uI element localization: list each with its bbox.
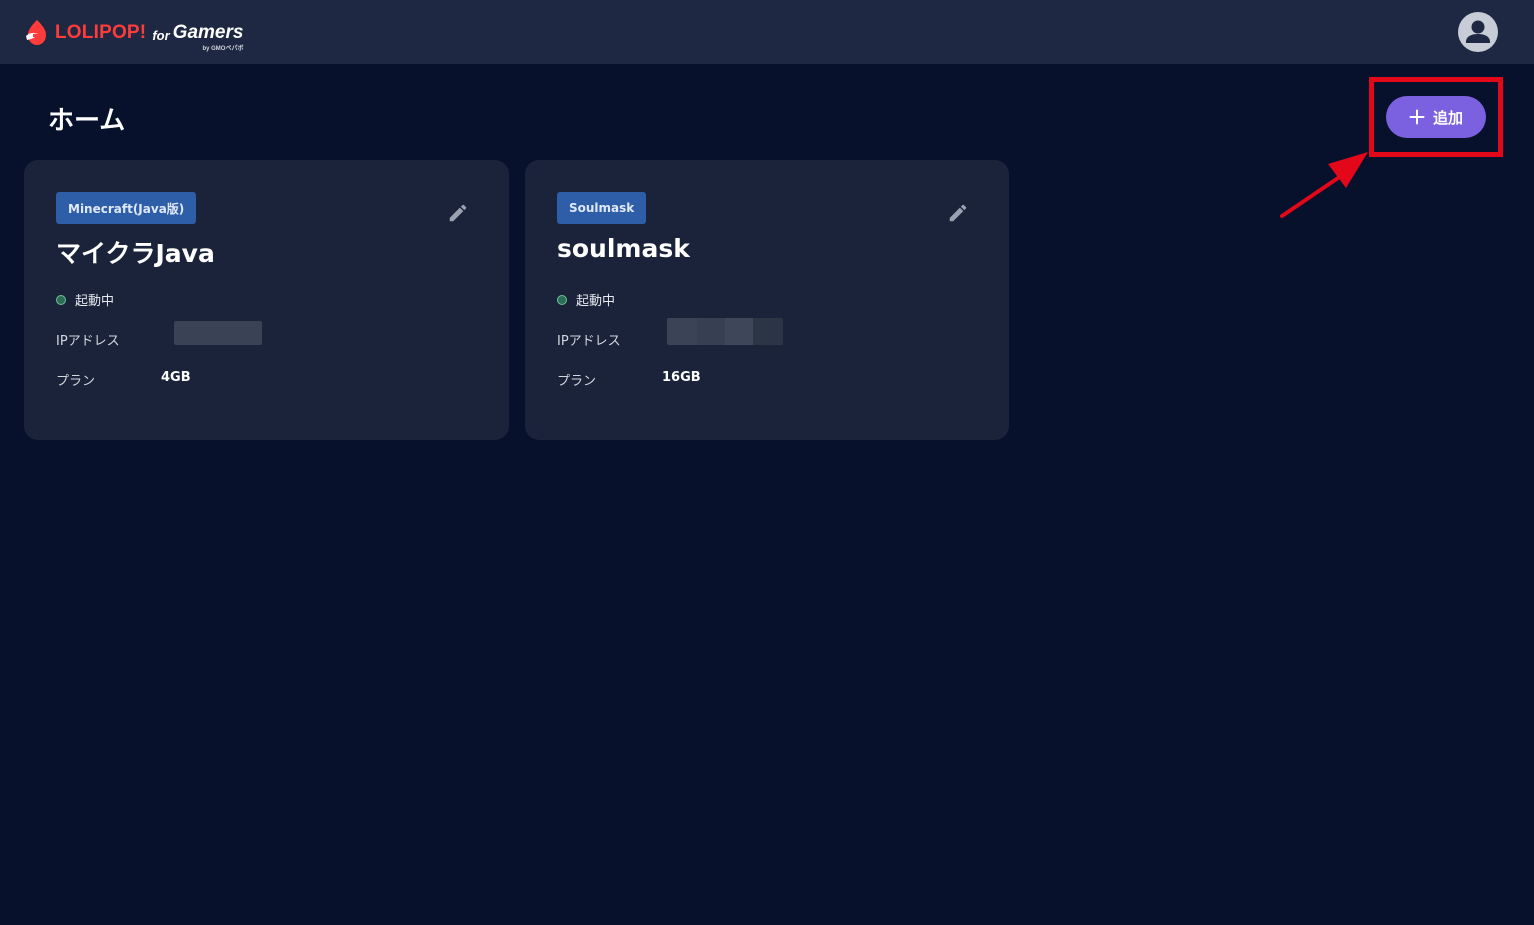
game-tag: Minecraft(Java版) [56, 192, 197, 224]
plan-value: 4GB [161, 370, 191, 385]
ip-label: IPアドレス [56, 334, 120, 349]
page-title: ホーム [48, 106, 126, 136]
pencil-icon[interactable] [947, 202, 969, 224]
server-status: 起動中 [56, 290, 114, 309]
top-bar: LOLIPOP! for Gamers by GMOペパボ [0, 0, 1534, 64]
server-card[interactable]: Soulmask soulmask 起動中 IPアドレス プラン 16GB [525, 160, 1009, 440]
ip-address-redacted [174, 321, 262, 345]
status-dot-icon [56, 294, 66, 305]
brand-for: for [152, 27, 170, 43]
plan-value: 16GB [662, 370, 701, 385]
brand-name: LOLIPOP! [55, 22, 147, 43]
server-status: 起動中 [557, 290, 615, 309]
server-name: soulmask [557, 234, 690, 263]
plan-label: プラン [557, 374, 597, 389]
ip-address-redacted [667, 318, 783, 345]
server-card[interactable]: Minecraft(Java版) マイクラJava 起動中 IPアドレス プラン… [24, 160, 509, 440]
brand-product: Gamers [172, 22, 244, 43]
status-dot-icon [557, 294, 567, 305]
status-text: 起動中 [576, 294, 616, 309]
brand-logo[interactable]: LOLIPOP! for Gamers by GMOペパボ [24, 16, 244, 52]
server-name: マイクラJava [56, 239, 215, 268]
lollipop-logo-icon [26, 20, 46, 45]
game-tag: Soulmask [557, 192, 647, 224]
account-avatar-icon [1466, 20, 1490, 43]
brand-by: by GMOペパボ [202, 46, 244, 52]
status-text: 起動中 [75, 294, 115, 309]
pencil-icon[interactable] [447, 202, 469, 224]
annotation-arrow-icon [1280, 152, 1368, 218]
plan-label: プラン [56, 374, 96, 389]
ip-label: IPアドレス [557, 334, 621, 349]
account-avatar[interactable] [1458, 12, 1498, 52]
annotation-highlight-box [1369, 77, 1503, 157]
